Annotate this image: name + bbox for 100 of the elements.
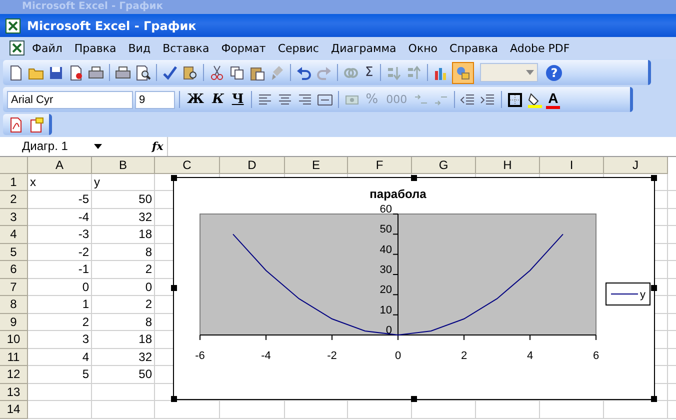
printer-icon[interactable]	[88, 64, 104, 80]
undo-icon[interactable]	[296, 64, 312, 80]
text-style-button[interactable]: К	[209, 90, 227, 108]
row-header[interactable]: 11	[0, 348, 28, 366]
row-header[interactable]: 9	[0, 314, 28, 331]
column-header[interactable]: B	[92, 156, 155, 174]
column-header[interactable]: J	[604, 156, 668, 174]
row-header[interactable]: 7	[0, 278, 28, 296]
font-size-dropdown[interactable]: 9	[135, 90, 175, 108]
menu-item[interactable]: Диаграмма	[324, 42, 402, 54]
x-tick-label: -2	[327, 350, 337, 362]
name-box[interactable]: Диагр. 1	[0, 139, 90, 153]
increase-indent-icon[interactable]	[480, 92, 496, 108]
row-header[interactable]: 5	[0, 244, 28, 261]
legend-label: y	[640, 288, 646, 300]
copy-icon[interactable]	[229, 64, 245, 80]
menu-item[interactable]: Adobe PDF	[504, 42, 576, 54]
font-color-button[interactable]: A	[546, 90, 560, 108]
table-cell-text: 3	[81, 331, 90, 348]
resize-handle[interactable]	[411, 174, 417, 180]
menu-item[interactable]: Вставка	[156, 42, 216, 54]
menu-item[interactable]: Правка	[68, 42, 122, 54]
resize-handle[interactable]	[651, 174, 657, 180]
menu-item[interactable]: Окно	[402, 42, 444, 54]
row-header[interactable]: 8	[0, 296, 28, 314]
table-cell-text: 50	[138, 191, 153, 208]
help-button[interactable]: ?	[546, 64, 562, 80]
caret-icon[interactable]	[94, 144, 102, 148]
text-style-button[interactable]: Ж	[184, 90, 208, 108]
menu-item[interactable]: Справка	[444, 42, 504, 54]
table-cell-text: 5	[81, 366, 90, 382]
print-preview-icon[interactable]	[135, 64, 151, 80]
decrease-indent-icon[interactable]	[460, 92, 476, 108]
resize-handle[interactable]	[411, 396, 417, 402]
column-header[interactable]: F	[348, 156, 412, 174]
resize-handle[interactable]	[171, 396, 177, 402]
y-tick-label: 20	[380, 284, 392, 296]
column-header[interactable]: G	[412, 156, 476, 174]
table-cell-text: 50	[138, 366, 153, 382]
row-header[interactable]: 6	[0, 261, 28, 278]
align-center-icon[interactable]	[276, 92, 293, 108]
column-header[interactable]: D	[220, 156, 285, 174]
column-header[interactable]: A	[28, 156, 92, 174]
row-header[interactable]: 12	[0, 366, 28, 384]
table-cell-text: 0	[144, 278, 153, 295]
y-tick-label: 30	[380, 264, 392, 276]
menu-item[interactable]: Формат	[215, 42, 272, 54]
legend	[606, 282, 650, 305]
table-cell-text: 2	[81, 314, 90, 330]
menu-item[interactable]: Файл	[26, 42, 68, 54]
table-cell-text: 18	[138, 226, 153, 242]
x-tick-label: 4	[526, 350, 534, 362]
column-header[interactable]: H	[476, 156, 540, 174]
autosum-button[interactable]: Σ	[362, 64, 376, 82]
merge-cells-icon[interactable]	[316, 92, 333, 108]
table-cell-text: -4	[77, 208, 90, 225]
resize-handle[interactable]	[171, 174, 177, 180]
row-header[interactable]: 1	[0, 174, 28, 191]
align-left-icon[interactable]	[256, 92, 273, 108]
column-header[interactable]: C	[155, 156, 220, 174]
align-right-icon[interactable]	[296, 92, 313, 108]
insert-function-button[interactable]: fx	[148, 140, 168, 152]
y-tick-label: 10	[380, 304, 392, 316]
y-tick-label: 0	[386, 324, 392, 336]
spreadsheet-icon[interactable]	[8, 39, 26, 57]
text-style-button[interactable]: Ч	[228, 90, 247, 108]
spell-check-icon[interactable]	[162, 64, 178, 80]
window-title: Microsoft Excel - График	[27, 18, 196, 32]
resize-handle[interactable]	[651, 396, 657, 402]
printer-icon[interactable]	[115, 64, 131, 80]
legend-line-icon	[610, 293, 638, 294]
chart-title: парабола	[370, 186, 426, 200]
paste-icon[interactable]	[249, 64, 265, 80]
scissors-icon[interactable]	[209, 64, 225, 80]
menu-item[interactable]: Вид	[122, 42, 157, 54]
row-header[interactable]: 10	[0, 331, 28, 348]
font-dropdown[interactable]: Arial Cyr	[7, 90, 133, 108]
table-cell-text: 18	[138, 331, 153, 348]
pdf-icon[interactable]	[8, 116, 24, 132]
row-header[interactable]: 2	[0, 191, 28, 208]
table-cell-text: 32	[138, 208, 153, 225]
x-tick-label: -4	[261, 350, 271, 362]
row-header[interactable]: 3	[0, 208, 28, 226]
pdf-comment-icon[interactable]	[28, 116, 44, 132]
drawing-toggle[interactable]	[452, 62, 474, 84]
resize-handle[interactable]	[651, 285, 657, 291]
chart-area[interactable]: парабола -6 -4 -2 0 2 4 6 0 10 20 30 40 50 60 y	[173, 176, 655, 400]
save-icon[interactable]	[48, 64, 64, 80]
column-header[interactable]: E	[285, 156, 348, 174]
window-title: Microsoft Excel - График	[22, 1, 164, 13]
fill-bucket-icon[interactable]	[527, 92, 544, 108]
borders-icon[interactable]	[507, 92, 524, 108]
row-header[interactable]: 13	[0, 384, 28, 401]
y-tick-label: 40	[380, 243, 392, 256]
row-header[interactable]: 4	[0, 226, 28, 244]
resize-handle[interactable]	[171, 285, 177, 291]
menu-item[interactable]: Сервис	[272, 42, 325, 54]
new-document-icon[interactable]	[8, 64, 24, 80]
column-header[interactable]: I	[540, 156, 604, 174]
row-header[interactable]: 14	[0, 401, 28, 418]
